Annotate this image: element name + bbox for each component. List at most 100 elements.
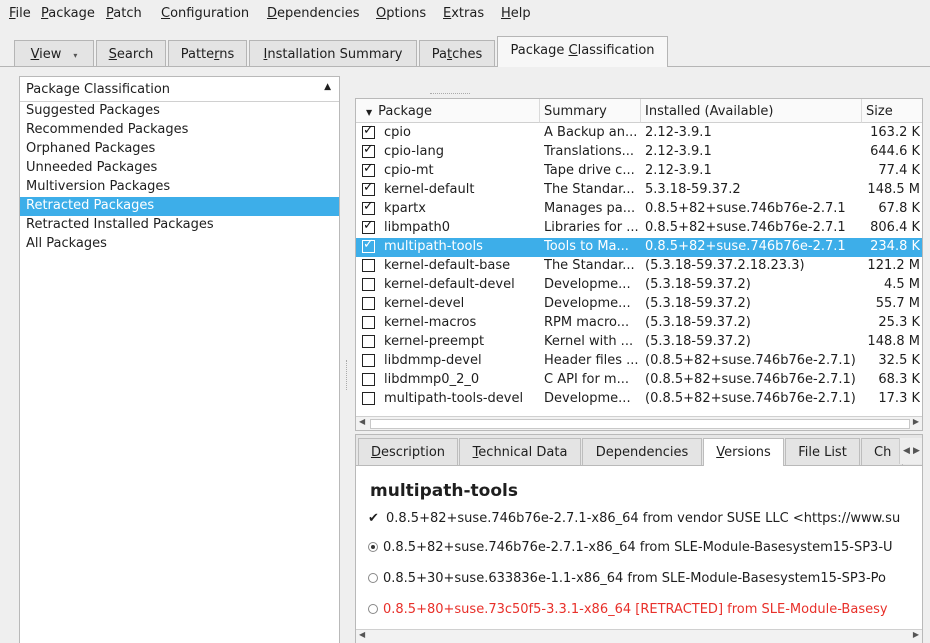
menu-configuration[interactable]: Configuration [161, 6, 249, 21]
table-row[interactable]: cpio-mt Tape drive c... 2.12-3.9.1 77.4 K [356, 161, 922, 181]
install-checkbox[interactable] [362, 354, 375, 367]
table-row[interactable]: libmpath0 Libraries for ... 0.8.5+82+suse.… [356, 218, 922, 238]
horizontal-scrollbar[interactable]: ◀ ▶ [356, 629, 922, 643]
table-row[interactable]: libdmmp0_2_0 C API for m... (0.8.5+82+suse… [356, 371, 922, 390]
tab-view[interactable]: View ▾ [14, 40, 94, 66]
tab-versions[interactable]: Versions [703, 438, 784, 466]
chevron-right-icon[interactable]: ▶ [913, 446, 920, 456]
tab-package-classification[interactable]: Package Classification [497, 36, 668, 67]
horizontal-scrollbar[interactable]: ◀ ▶ [356, 416, 922, 430]
table-row[interactable]: kernel-default The Standar... 5.3.18-59.37… [356, 180, 922, 200]
chevron-left-icon[interactable]: ◀ [903, 446, 910, 456]
tab-patterns[interactable]: Patterns [168, 40, 247, 66]
scroll-right-icon[interactable]: ▶ [913, 417, 919, 426]
cell-version: (0.8.5+82+suse.746b76e-2.7.1) [645, 372, 856, 387]
splitter-handle[interactable] [346, 360, 348, 390]
cell-version: (5.3.18-59.37.2) [645, 334, 751, 349]
tab-divider [0, 66, 930, 67]
cell-size: 644.6 K [870, 144, 920, 159]
version-option[interactable]: 0.8.5+30+suse.633836e-1.1-x86_64 from SL… [368, 571, 886, 586]
splitter-handle[interactable] [430, 93, 470, 95]
tab-installation-summary[interactable]: Installation Summary [249, 40, 417, 66]
column-header-summary[interactable]: Summary [540, 99, 641, 123]
classification-item[interactable]: Suggested Packages [20, 102, 339, 121]
menu-patch[interactable]: Patch [106, 6, 142, 21]
cell-version: (0.8.5+82+suse.746b76e-2.7.1) [645, 353, 856, 368]
classification-item[interactable]: Unneeded Packages [20, 159, 339, 178]
classification-item[interactable]: Orphaned Packages [20, 140, 339, 159]
scroll-left-icon[interactable]: ◀ [359, 417, 365, 426]
install-checkbox[interactable] [362, 237, 375, 253]
install-checkbox[interactable] [362, 373, 375, 386]
tab-file-list[interactable]: File List [785, 438, 860, 465]
install-checkbox[interactable] [362, 180, 375, 196]
menu-package[interactable]: Package [41, 6, 95, 21]
column-header-size[interactable]: Size [862, 99, 922, 123]
radio-button[interactable] [368, 573, 378, 583]
classification-item[interactable]: Retracted Installed Packages [20, 216, 339, 235]
scrollbar-thumb[interactable] [370, 419, 910, 429]
cell-name: kernel-macros [384, 315, 477, 330]
classification-item[interactable]: All Packages [20, 235, 339, 254]
table-row[interactable]: kernel-macros RPM macro... (5.3.18-59.37.2… [356, 314, 922, 333]
cell-size: 55.7 M [875, 296, 920, 311]
column-header-package[interactable]: ▼ Package [356, 99, 540, 123]
scroll-right-icon[interactable]: ▶ [913, 630, 919, 639]
table-row[interactable]: cpio-lang Translations... 2.12-3.9.1 644.6 … [356, 142, 922, 162]
cell-version: (5.3.18-59.37.2) [645, 296, 751, 311]
radio-button[interactable] [368, 604, 378, 614]
radio-button-selected[interactable] [368, 542, 378, 552]
table-row[interactable]: kernel-default-devel Developme... (5.3.18-… [356, 276, 922, 295]
table-row[interactable]: kpartx Manages pa... 0.8.5+82+suse.746b76e… [356, 199, 922, 219]
cell-name: cpio-mt [384, 163, 434, 178]
tab-description[interactable]: Description [358, 438, 458, 465]
classification-item[interactable]: Recommended Packages [20, 121, 339, 140]
cell-version: 2.12-3.9.1 [645, 125, 712, 140]
install-checkbox[interactable] [362, 123, 375, 139]
menu-help[interactable]: Help [501, 6, 531, 21]
install-checkbox[interactable] [362, 392, 375, 405]
table-row[interactable]: kernel-devel Developme... (5.3.18-59.37.2)… [356, 295, 922, 314]
version-option-retracted[interactable]: 0.8.5+80+suse.73c50f5-3.3.1-x86_64 [RETR… [368, 602, 888, 617]
tab-dependencies[interactable]: Dependencies [582, 438, 702, 465]
menu-extras[interactable]: Extras [443, 6, 484, 21]
table-row[interactable]: multipath-tools Tools to Ma... 0.8.5+82+su… [356, 237, 922, 257]
install-checkbox[interactable] [362, 259, 375, 272]
table-row[interactable]: kernel-preempt Kernel with ... (5.3.18-59.… [356, 333, 922, 352]
install-checkbox[interactable] [362, 218, 375, 234]
cell-summary: Tools to Ma... [544, 239, 629, 254]
cell-name: kernel-default [384, 182, 475, 197]
install-checkbox[interactable] [362, 199, 375, 215]
tab-technical-data[interactable]: Technical Data [459, 438, 581, 465]
classification-item-selected[interactable]: Retracted Packages [20, 197, 339, 216]
cell-summary: Kernel with ... [544, 334, 634, 349]
version-option[interactable]: 0.8.5+82+suse.746b76e-2.7.1-x86_64 from … [368, 540, 893, 555]
cell-size: 4.5 M [883, 277, 920, 292]
install-checkbox[interactable] [362, 278, 375, 291]
menu-file[interactable]: File [9, 6, 31, 21]
tab-changelog[interactable]: Ch [861, 438, 903, 465]
install-checkbox[interactable] [362, 335, 375, 348]
menu-options[interactable]: Options [376, 6, 426, 21]
cell-size: 77.4 K [878, 163, 920, 178]
tab-search[interactable]: Search [96, 40, 166, 66]
cell-size: 17.3 K [878, 391, 920, 406]
tab-scroll-buttons[interactable]: ◀ ▶ [899, 438, 922, 464]
classification-item[interactable]: Multiversion Packages [20, 178, 339, 197]
table-row[interactable]: cpio A Backup an... 2.12-3.9.1 163.2 K [356, 123, 922, 143]
column-header-installed[interactable]: Installed (Available) [641, 99, 862, 123]
detail-tabbar: Description Technical Data Dependencies … [356, 435, 922, 466]
classification-list-header[interactable]: Package Classification ▲ [20, 77, 339, 102]
install-checkbox[interactable] [362, 142, 375, 158]
cell-name: cpio [384, 125, 411, 140]
table-row[interactable]: kernel-default-base The Standar... (5.3.18… [356, 257, 922, 276]
menu-dependencies[interactable]: Dependencies [267, 6, 360, 21]
tab-patches[interactable]: Patches [419, 40, 495, 66]
scroll-left-icon[interactable]: ◀ [359, 630, 365, 639]
install-checkbox[interactable] [362, 316, 375, 329]
table-row[interactable]: multipath-tools-devel Developme... (0.8.5+… [356, 390, 922, 409]
install-checkbox[interactable] [362, 297, 375, 310]
cell-summary: Header files ... [544, 353, 639, 368]
install-checkbox[interactable] [362, 161, 375, 177]
table-row[interactable]: libdmmp-devel Header files ... (0.8.5+82+s… [356, 352, 922, 371]
